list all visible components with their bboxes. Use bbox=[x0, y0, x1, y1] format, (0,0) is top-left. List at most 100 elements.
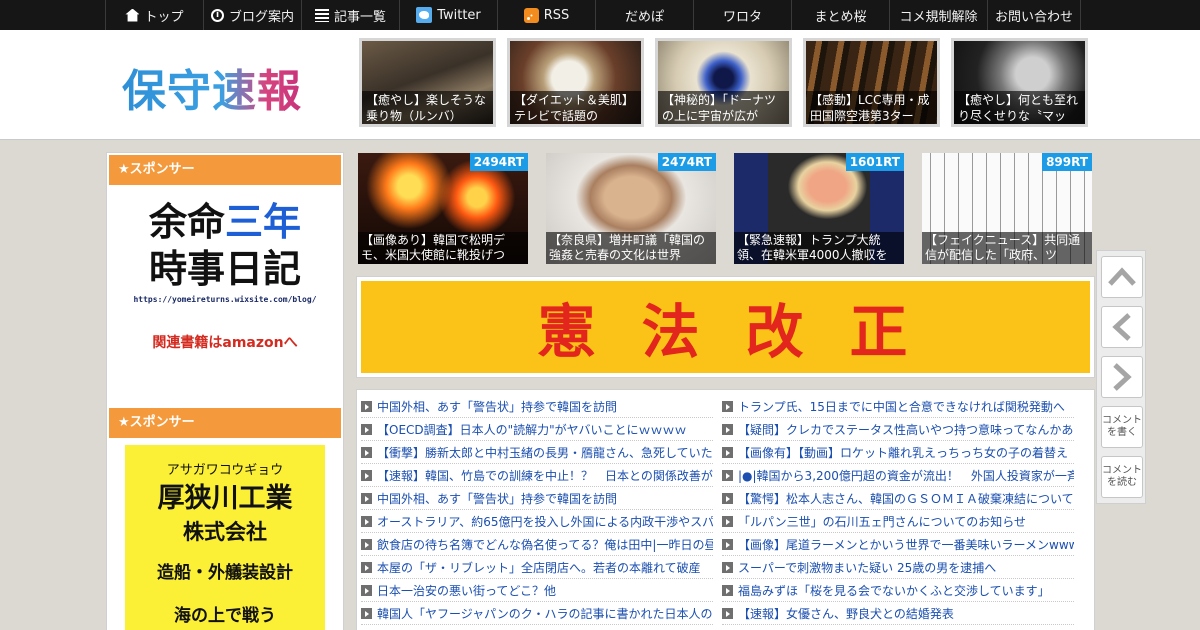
site-logo[interactable]: 保守速報 bbox=[122, 55, 302, 119]
featured-thumb[interactable]: 【ダイエット＆美肌】テレビで話題の bbox=[507, 38, 644, 127]
arrow-icon bbox=[361, 584, 372, 596]
arrow-icon bbox=[361, 561, 372, 573]
nav-twitter[interactable]: Twitter bbox=[399, 0, 497, 30]
featured-thumbnails: 【癒やし】楽しそうな乗り物（ルンバ） 【ダイエット＆美肌】テレビで話題の 【神秘… bbox=[359, 38, 1088, 127]
headline-text: 【速報】女優さん、野良犬との結婚発表 bbox=[738, 606, 954, 621]
next-article-button[interactable] bbox=[1101, 356, 1143, 398]
nav-bar: トップ i ブログ案内 記事一覧 Twitter RSS だめぽ ワロタ まとめ… bbox=[105, 0, 1081, 30]
arrow-icon bbox=[361, 492, 372, 504]
sponsor-ad-yomei[interactable]: 余命三年 時事日記 https://yomeireturns.wixsite.c… bbox=[109, 193, 341, 393]
nav-contact[interactable]: お問い合わせ bbox=[987, 0, 1081, 30]
headline-text: 【画像】尾道ラーメンとかいう世界で一番美味いラーメンwww bbox=[738, 537, 1074, 552]
headline-text: 中国外相、あす「警告状」持参で韓国を訪問 bbox=[377, 399, 618, 414]
headline-row[interactable]: オーストラリア、約65億円を投入し外国による内政干渉やスパ bbox=[361, 510, 713, 533]
arrow-icon bbox=[361, 469, 372, 481]
headline-row[interactable]: 韓国人「ヤフージャパンのク・ハラの記事に書かれた日本人の bbox=[361, 602, 713, 625]
nav-comment-unblock[interactable]: コメ規制解除 bbox=[889, 0, 987, 30]
headline-row[interactable]: 福島みずほ「桜を見る会でないかくふと交渉しています」 bbox=[722, 579, 1074, 602]
rt-card[interactable]: 1601RT 【緊急速報】トランプ大統領、在韓米軍4000人撤収を bbox=[734, 153, 904, 264]
chevron-left-icon bbox=[1112, 313, 1131, 341]
ad-title-a: 余命 bbox=[148, 200, 225, 244]
nav-label: トップ bbox=[144, 9, 184, 25]
nav-label: だめぽ bbox=[624, 9, 664, 25]
sponsor-ad-asagawa[interactable]: アサガワコウギョウ 厚狭川工業 株式会社 造船・外艤装設計 海の上で戦う bbox=[125, 445, 325, 630]
rt-card[interactable]: 2494RT 【画像あり】韓国で松明デモ、米国大使館に靴投げつ bbox=[358, 153, 528, 264]
nav-warota[interactable]: ワロタ bbox=[693, 0, 791, 30]
info-icon: i bbox=[210, 8, 224, 22]
featured-thumb[interactable]: 【癒やし】楽しそうな乗り物（ルンバ） bbox=[359, 38, 496, 127]
arrow-icon bbox=[722, 607, 733, 619]
nav-damepo[interactable]: だめぽ bbox=[595, 0, 693, 30]
arrow-icon bbox=[722, 446, 733, 458]
arrow-icon bbox=[361, 423, 372, 435]
ad-kana: アサガワコウギョウ bbox=[166, 463, 284, 478]
ad-corp: 株式会社 bbox=[183, 520, 267, 544]
headline-row[interactable]: 中国外相、あす「警告状」持参で韓国を訪問 bbox=[361, 395, 713, 418]
headline-row[interactable]: 【画像有】【動画】ロケット離れ乳えっちっち女の子の着替え bbox=[722, 441, 1074, 464]
read-comments-button[interactable]: コメントを読む bbox=[1101, 456, 1143, 498]
headline-text: 【衝撃】勝新太郎と中村玉緒の長男・鴈龍さん、急死していた bbox=[377, 445, 713, 460]
nav-rss[interactable]: RSS bbox=[497, 0, 595, 30]
rt-count-badge: 2474RT bbox=[657, 153, 716, 171]
arrow-icon bbox=[722, 492, 733, 504]
headline-row[interactable]: 日本一治安の悪い街ってどこ？他 bbox=[361, 579, 713, 602]
headline-list: 中国外相、あす「警告状」持参で韓国を訪問 【OECD調査】日本人の"読解力"がヤ… bbox=[356, 389, 1095, 630]
rt-card-caption: 【奈良県】増井町議「韓国の強姦と売春の文化は世界 bbox=[546, 232, 716, 264]
featured-thumb[interactable]: 【癒やし】何とも至れり尽くせりな〝マッ bbox=[951, 38, 1088, 127]
constitution-banner[interactable]: 憲法改正 bbox=[356, 276, 1095, 378]
rt-card[interactable]: 899RT 【フェイクニュース】共同通信が配信した「政府、ツ bbox=[922, 153, 1092, 264]
banner-text: 憲法改正 bbox=[361, 281, 1090, 373]
scroll-top-button[interactable] bbox=[1101, 256, 1143, 298]
headline-text: |●|韓国から3,200億円超の資金が流出！ 外国人投資家が一斉に bbox=[738, 468, 1074, 483]
headline-text: 福島みずほ「桜を見る会でないかくふと交渉しています」 bbox=[738, 583, 1050, 598]
rt-count-badge: 1601RT bbox=[845, 153, 904, 171]
nav-blog-guide[interactable]: i ブログ案内 bbox=[203, 0, 301, 30]
headline-row[interactable]: 【速報】女優さん、野良犬との結婚発表 bbox=[722, 602, 1074, 625]
arrow-icon bbox=[722, 469, 733, 481]
headline-row[interactable]: 飲食店の待ち名簿でどんな偽名使ってる？俺は田中|一昨日の昼 bbox=[361, 533, 713, 556]
nav-label: Twitter bbox=[437, 7, 481, 23]
featured-thumb[interactable]: 【感動】LCC専用・成田国際空港第3ター bbox=[803, 38, 940, 127]
floating-side-buttons: コメントを書く コメントを読む bbox=[1096, 250, 1146, 504]
featured-thumb[interactable]: 【神秘的】「ドーナツの上に宇宙が広が bbox=[655, 38, 792, 127]
ad-title-line2: 時事日記 bbox=[148, 247, 301, 291]
headline-row[interactable]: 本屋の「ザ・リブレット」全店閉店へ。若者の本離れて破産 bbox=[361, 556, 713, 579]
headline-text: 日本一治安の悪い街ってどこ？他 bbox=[377, 583, 557, 598]
nav-matome-sakura[interactable]: まとめ桜 bbox=[791, 0, 889, 30]
headline-row[interactable]: |●|韓国から3,200億円超の資金が流出！ 外国人投資家が一斉に bbox=[722, 464, 1074, 487]
headline-text: トランプ氏、15日までに中国と合意できなければ関税発動へ bbox=[738, 399, 1065, 414]
headline-text: オーストラリア、約65億円を投入し外国による内政干渉やスパ bbox=[377, 514, 713, 529]
nav-label: お問い合わせ bbox=[994, 9, 1073, 25]
arrow-icon bbox=[722, 400, 733, 412]
arrow-icon bbox=[722, 538, 733, 550]
headline-text: 【画像有】【動画】ロケット離れ乳えっちっち女の子の着替え bbox=[738, 445, 1069, 460]
write-comment-button[interactable]: コメントを書く bbox=[1101, 406, 1143, 448]
ad-company-name: 厚狭川工業 bbox=[157, 483, 293, 514]
arrow-icon bbox=[361, 446, 372, 458]
thumb-caption: 【ダイエット＆美肌】テレビで話題の bbox=[510, 91, 641, 124]
thumb-caption: 【癒やし】楽しそうな乗り物（ルンバ） bbox=[362, 91, 493, 124]
ad-service: 造船・外艤装設計 bbox=[157, 563, 293, 583]
nav-label: まとめ桜 bbox=[814, 9, 867, 25]
ad-amazon-link[interactable]: 関連書籍はamazonへ bbox=[109, 332, 341, 352]
prev-article-button[interactable] bbox=[1101, 306, 1143, 348]
nav-article-list[interactable]: 記事一覧 bbox=[301, 0, 399, 30]
headline-text: 【疑問】クレカでステータス性高いやつ持つ意味ってなんかある bbox=[738, 422, 1074, 437]
nav-label: ワロタ bbox=[722, 9, 762, 25]
headline-row[interactable]: スーパーで刺激物まいた疑い 25歳の男を逮捕へ bbox=[722, 556, 1074, 579]
headline-row[interactable]: 【画像】尾道ラーメンとかいう世界で一番美味いラーメンwww bbox=[722, 533, 1074, 556]
twitter-icon bbox=[416, 7, 433, 23]
rt-card-caption: 【緊急速報】トランプ大統領、在韓米軍4000人撤収を bbox=[734, 232, 904, 264]
site-header: 保守速報 【癒やし】楽しそうな乗り物（ルンバ） 【ダイエット＆美肌】テレビで話題… bbox=[0, 30, 1200, 140]
headline-row[interactable]: 【疑問】クレカでステータス性高いやつ持つ意味ってなんかある bbox=[722, 418, 1074, 441]
headline-row[interactable]: 【衝撃】勝新太郎と中村玉緒の長男・鴈龍さん、急死していた bbox=[361, 441, 713, 464]
headline-row[interactable]: 【驚愕】松本人志さん、韓国のＧＳＯＭＩＡ破棄凍結について bbox=[722, 487, 1074, 510]
rt-card[interactable]: 2474RT 【奈良県】増井町議「韓国の強姦と売春の文化は世界 bbox=[546, 153, 716, 264]
nav-top[interactable]: トップ bbox=[105, 0, 203, 30]
headline-text: 「ルパン三世」の石川五ェ門さんについてのお知らせ bbox=[738, 514, 1027, 529]
headline-row[interactable]: トランプ氏、15日までに中国と合意できなければ関税発動へ bbox=[722, 395, 1074, 418]
headline-row[interactable]: 【OECD調査】日本人の"読解力"がヤバいことにｗｗｗｗ bbox=[361, 418, 713, 441]
headline-row[interactable]: 【速報】韓国、竹島での訓練を中止！？ 日本との関係改善が bbox=[361, 464, 713, 487]
headline-row[interactable]: 「ルパン三世」の石川五ェ門さんについてのお知らせ bbox=[722, 510, 1074, 533]
headline-row[interactable]: 中国外相、あす「警告状」持参で韓国を訪問 bbox=[361, 487, 713, 510]
